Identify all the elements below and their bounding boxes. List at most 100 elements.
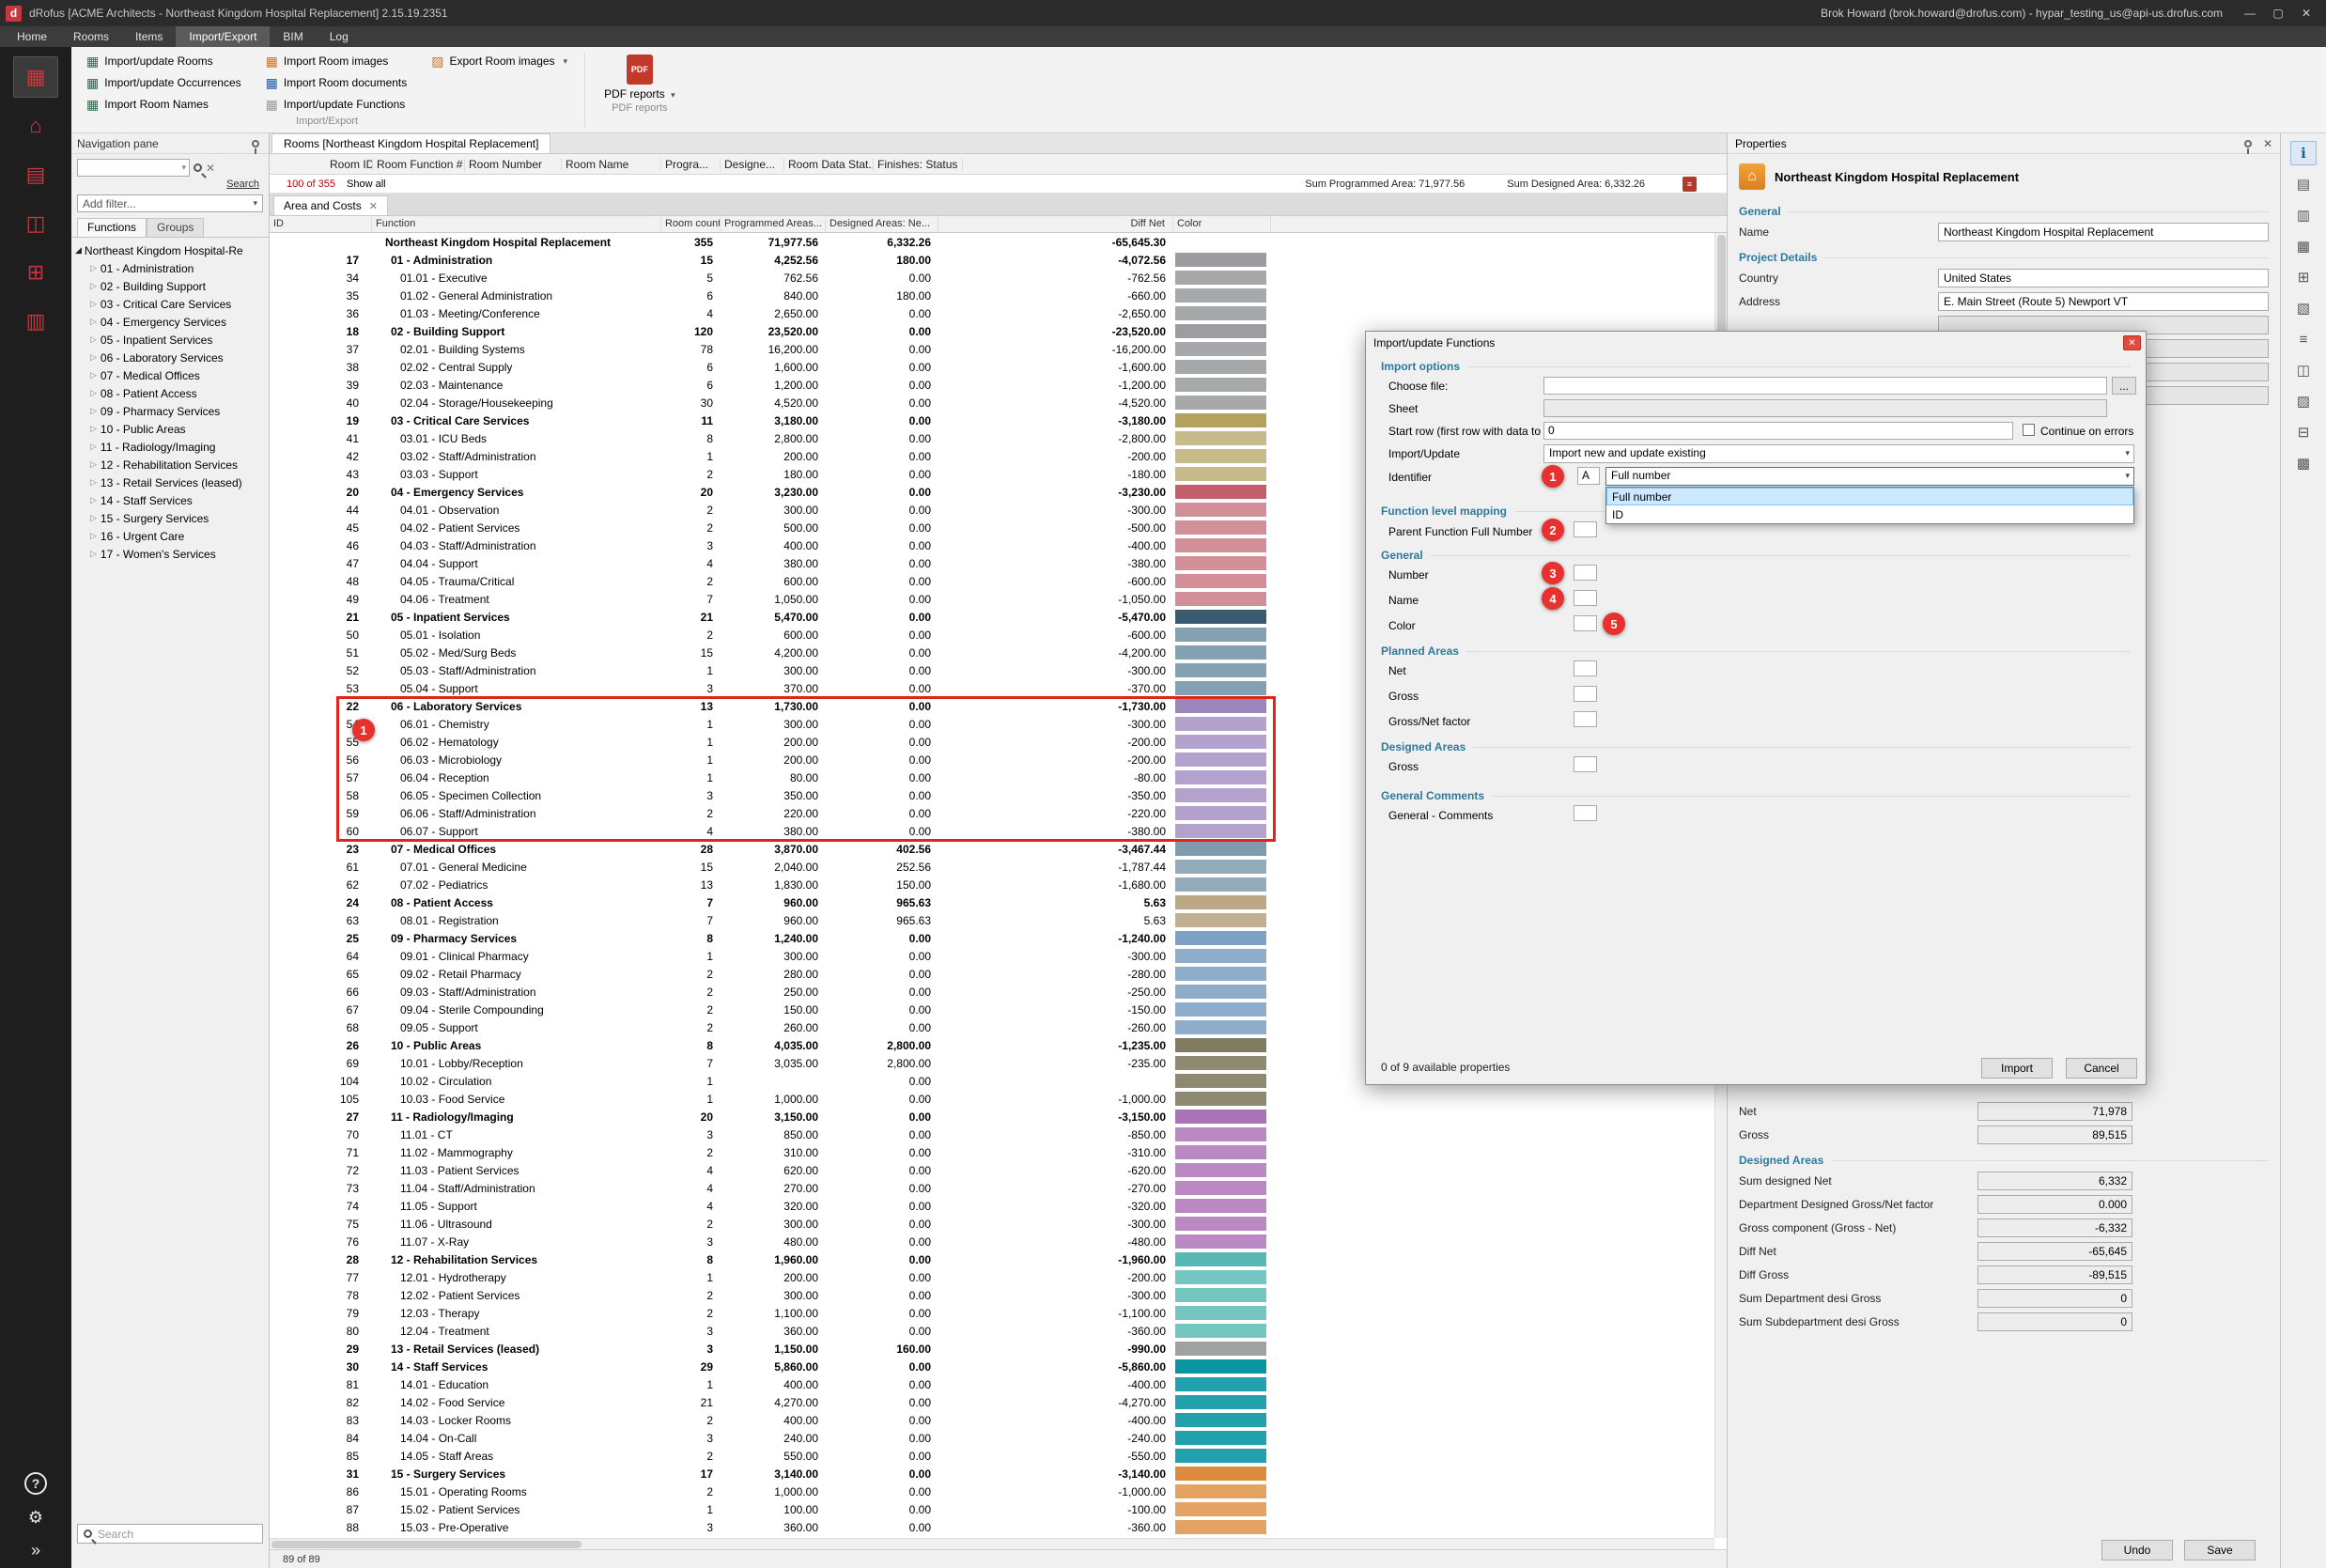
minimize-button[interactable]: — xyxy=(2236,3,2264,23)
property-value-sum-designed-net[interactable]: 6,332 xyxy=(1977,1172,2132,1190)
cancel-button[interactable]: Cancel xyxy=(2066,1058,2137,1079)
grid-row[interactable]: 8815.03 - Pre-Operative3360.000.00-360.0… xyxy=(270,1518,1727,1536)
table-icon[interactable]: ▦ xyxy=(2290,234,2317,258)
grid-row[interactable]: 3014 - Staff Services295,860.000.00-5,86… xyxy=(270,1358,1727,1375)
color-input[interactable] xyxy=(1574,615,1597,631)
identifier-column-input[interactable]: A xyxy=(1577,467,1600,485)
maximize-button[interactable]: ▢ xyxy=(2264,3,2292,23)
ribbon-button-import-room-documents[interactable]: ▦Import Room documents xyxy=(260,72,413,93)
property-value-diff-net[interactable]: -65,645 xyxy=(1977,1242,2132,1261)
tree-item-06-laboratory-services[interactable]: ▷06 - Laboratory Services xyxy=(73,349,267,366)
general-comments-input[interactable] xyxy=(1574,805,1597,821)
tree-item-07-medical-offices[interactable]: ▷07 - Medical Offices xyxy=(73,366,267,384)
tree-item-12-rehabilitation-services[interactable]: ▷12 - Rehabilitation Services xyxy=(73,456,267,474)
grid-row[interactable]: 8314.03 - Locker Rooms2400.000.00-400.00 xyxy=(270,1411,1727,1429)
room-column-progra[interactable]: Progra... xyxy=(661,158,721,171)
property-value-diff-gross[interactable]: -89,515 xyxy=(1977,1265,2132,1284)
ribbon-button-export-room-images[interactable]: ▨Export Room images▾ xyxy=(426,51,573,71)
close-button[interactable]: ✕ xyxy=(2292,3,2320,23)
nav-search-input[interactable]: ▾ xyxy=(77,159,190,177)
info-icon[interactable]: ℹ xyxy=(2290,141,2317,165)
overview-icon[interactable]: ▦ xyxy=(13,56,58,98)
settings-gear-icon[interactable]: ⚙ xyxy=(28,1508,43,1528)
tree-item-04-emergency-services[interactable]: ▷04 - Emergency Services xyxy=(73,313,267,331)
tab-area-and-costs[interactable]: Area and Costs ✕ xyxy=(273,195,388,215)
room-column-room-data-stat[interactable]: Room Data Stat... xyxy=(784,158,874,171)
grid-row[interactable]: 7611.07 - X-Ray3480.000.00-480.00 xyxy=(270,1233,1727,1250)
grid-row[interactable]: 8615.01 - Operating Rooms21,000.000.00-1… xyxy=(270,1483,1727,1500)
property-value-net[interactable]: 71,978 xyxy=(1977,1102,2132,1121)
gross-net-factor-input[interactable] xyxy=(1574,711,1597,727)
items-icon[interactable]: ▤ xyxy=(13,154,58,195)
menu-tab-items[interactable]: Items xyxy=(122,26,176,47)
ribbon-button-import-update-rooms[interactable]: ▦Import/update Rooms xyxy=(81,51,247,71)
grid-row[interactable]: 8414.04 - On-Call3240.000.00-240.00 xyxy=(270,1429,1727,1447)
property-value-gross[interactable]: 89,515 xyxy=(1977,1126,2132,1144)
ribbon-button-import-update-occurrences[interactable]: ▦Import/update Occurrences xyxy=(81,72,247,93)
grid-row[interactable]: 7812.02 - Patient Services2300.000.00-30… xyxy=(270,1286,1727,1304)
pin-icon[interactable] xyxy=(2244,140,2252,147)
close-panel-icon[interactable]: ✕ xyxy=(2263,137,2272,150)
grid-icon[interactable]: ⊞ xyxy=(2290,265,2317,289)
grid-row[interactable]: 7912.03 - Therapy21,100.000.00-1,100.00 xyxy=(270,1304,1727,1322)
pin-icon[interactable] xyxy=(252,140,259,147)
room-column-room-name[interactable]: Room Name xyxy=(562,158,661,171)
grid-row[interactable]: 3601.03 - Meeting/Conference42,650.000.0… xyxy=(270,304,1727,322)
choose-file-input[interactable] xyxy=(1543,377,2107,395)
grid-row[interactable]: 7211.03 - Patient Services4620.000.00-62… xyxy=(270,1161,1727,1179)
tree-item-14-staff-services[interactable]: ▷14 - Staff Services xyxy=(73,491,267,509)
grid-row[interactable]: 2913 - Retail Services (leased)31,150.00… xyxy=(270,1340,1727,1358)
import-button[interactable]: Import xyxy=(1981,1058,2053,1079)
show-all-link[interactable]: Show all xyxy=(347,179,386,190)
dropdown-option-id[interactable]: ID xyxy=(1606,505,2133,523)
grid-column-function[interactable]: Function xyxy=(372,216,661,232)
grid-row[interactable]: 1701 - Administration154,252.56180.00-4,… xyxy=(270,251,1727,269)
dense-grid-icon[interactable]: ▩ xyxy=(2290,451,2317,475)
grid-row[interactable]: 8715.02 - Patient Services1100.000.00-10… xyxy=(270,1500,1727,1518)
bottom-search-box[interactable]: Search xyxy=(77,1524,263,1544)
grid-column-id[interactable]: ID xyxy=(270,216,372,232)
grid-row[interactable]: 3501.02 - General Administration6840.001… xyxy=(270,287,1727,304)
grid-column-diff-net[interactable]: Diff Net xyxy=(938,216,1173,232)
menu-tab-bim[interactable]: BIM xyxy=(270,26,316,47)
tree-item-05-inpatient-services[interactable]: ▷05 - Inpatient Services xyxy=(73,331,267,349)
ribbon-button-import-update-functions[interactable]: ▦Import/update Functions xyxy=(260,94,413,115)
clear-search-icon[interactable]: ✕ xyxy=(206,162,215,175)
add-filter-dropdown[interactable]: Add filter... ▾ xyxy=(77,194,263,212)
menu-tab-log[interactable]: Log xyxy=(317,26,362,47)
tree-item-10-public-areas[interactable]: ▷10 - Public Areas xyxy=(73,420,267,438)
help-icon[interactable]: ? xyxy=(24,1472,47,1495)
grid-column-room-count[interactable]: Room count xyxy=(661,216,721,232)
import-update-dropdown[interactable]: Import new and update existing xyxy=(1543,444,2134,463)
grid-column-designed-areas-ne[interactable]: Designed Areas: Ne... xyxy=(826,216,938,232)
room-column-finishes-status[interactable]: Finishes: Status xyxy=(874,158,963,171)
documents-icon[interactable]: ◫ xyxy=(13,203,58,244)
parent-function-input[interactable] xyxy=(1574,521,1597,537)
grid-column-programmed-areas[interactable]: Programmed Areas... xyxy=(721,216,826,232)
tree-item-01-administration[interactable]: ▷01 - Administration xyxy=(73,259,267,277)
pdf-reports-button[interactable]: PDF PDF reports ▾ xyxy=(597,53,683,102)
menu-tab-home[interactable]: Home xyxy=(4,26,60,47)
room-column-room-id[interactable]: Room ID xyxy=(326,158,373,171)
tree-root-project[interactable]: ◢Northeast Kingdom Hospital-Re xyxy=(73,241,267,259)
tree-item-03-critical-care-services[interactable]: ▷03 - Critical Care Services xyxy=(73,295,267,313)
property-value-country[interactable]: United States xyxy=(1938,269,2269,287)
search-link[interactable]: Search xyxy=(71,178,269,193)
ribbon-button-import-room-images[interactable]: ▦Import Room images xyxy=(260,51,413,71)
continue-on-errors-checkbox[interactable] xyxy=(2023,424,2035,436)
tab-rooms-document[interactable]: Rooms [Northeast Kingdom Hospital Replac… xyxy=(271,133,550,153)
grid-row[interactable]: 7011.01 - CT3850.000.00-850.00 xyxy=(270,1126,1727,1143)
room-column-designe[interactable]: Designe... xyxy=(721,158,784,171)
grid-row[interactable]: 3115 - Surgery Services173,140.000.00-3,… xyxy=(270,1465,1727,1483)
undo-button[interactable]: Undo xyxy=(2101,1540,2173,1560)
property-value-department-designed-gross-net-factor[interactable]: 0.000 xyxy=(1977,1195,2132,1214)
pattern-icon[interactable]: ▨ xyxy=(2290,389,2317,413)
grid-row[interactable]: 7411.05 - Support4320.000.00-320.00 xyxy=(270,1197,1727,1215)
grid-column-color[interactable]: Color xyxy=(1173,216,1271,232)
tree-item-13-retail-services-leased[interactable]: ▷13 - Retail Services (leased) xyxy=(73,474,267,491)
tree-item-17-women-s-services[interactable]: ▷17 - Women's Services xyxy=(73,545,267,563)
property-value-sum-department-desi-gross[interactable]: 0 xyxy=(1977,1289,2132,1308)
grid-row[interactable]: 8514.05 - Staff Areas2550.000.00-550.00 xyxy=(270,1447,1727,1465)
minus-grid-icon[interactable]: ⊟ xyxy=(2290,420,2317,444)
grid-row[interactable]: 7111.02 - Mammography2310.000.00-310.00 xyxy=(270,1143,1727,1161)
